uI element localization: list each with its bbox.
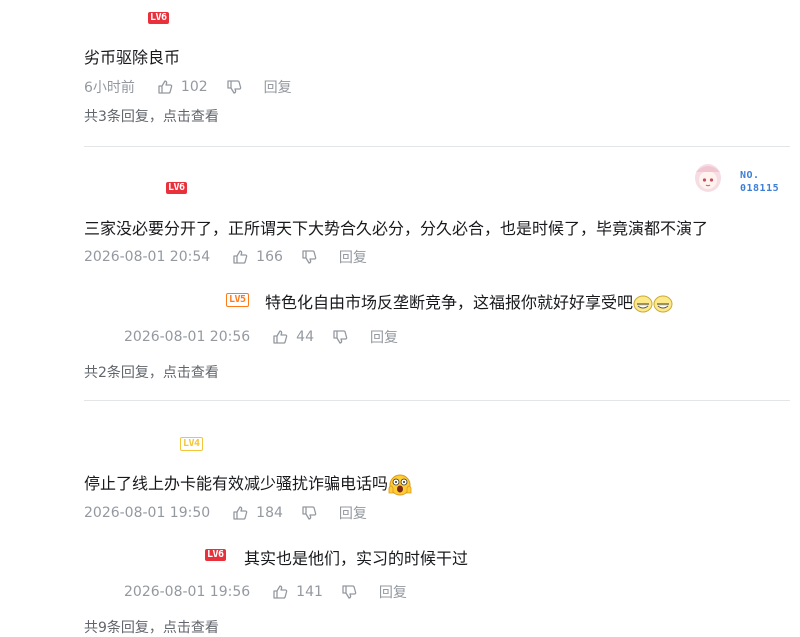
- dislike-button[interactable]: [301, 505, 317, 521]
- thumb-up-icon: [233, 506, 248, 520]
- like-count: 141: [296, 584, 323, 600]
- thumb-up-icon: [158, 80, 173, 94]
- reply-button[interactable]: 回复: [264, 77, 292, 97]
- thumb-down-icon: [342, 585, 357, 599]
- like-count: 184: [256, 505, 283, 521]
- like-count: 102: [180, 79, 208, 95]
- anime-girl-icon: [695, 164, 721, 192]
- comment-divider: [84, 146, 790, 147]
- comment-time: 2026-08-01 20:54: [84, 249, 211, 265]
- like-button[interactable]: 44: [272, 329, 314, 345]
- reply-text-body: 特色化自由市场反垄断竞争，这福报你就好好享受吧: [265, 293, 634, 312]
- like-button[interactable]: 102: [157, 79, 208, 95]
- level-badge: LV6: [205, 549, 226, 561]
- view-replies-link[interactable]: 点击查看: [163, 365, 219, 381]
- reply-button[interactable]: 回复: [339, 503, 367, 523]
- comment-time: 6小时前: [84, 80, 135, 96]
- level-badge: LV6: [166, 182, 187, 194]
- dislike-button[interactable]: [301, 249, 317, 265]
- fan-badge-number: 018115: [740, 183, 780, 194]
- like-button[interactable]: 184: [232, 505, 283, 521]
- like-count: 166: [256, 249, 283, 265]
- dislike-button[interactable]: [226, 79, 242, 95]
- reply-button[interactable]: 回复: [339, 247, 367, 267]
- thumb-down-icon: [302, 506, 317, 520]
- level-badge: LV5: [226, 293, 249, 307]
- comment-divider: [84, 400, 790, 401]
- reply-button[interactable]: 回复: [379, 582, 407, 602]
- comment-text-body: 停止了线上办卡能有效减少骚扰诈骗电话吗: [84, 474, 389, 493]
- thumb-up-icon: [273, 585, 288, 599]
- reply-count-text: 共2条回复，: [84, 365, 163, 381]
- comment-time: 2026-08-01 19:50: [84, 505, 211, 521]
- reply-button[interactable]: 回复: [370, 327, 398, 347]
- view-replies: 共3条回复，点击查看: [84, 106, 219, 126]
- reply-text: 其实也是他们，实习的时候干过: [244, 549, 469, 568]
- comment-text: 三家没必要分开了，正所谓天下大势合久必分，分久必合，也是时候了，毕竟演都不演了: [84, 219, 709, 238]
- reply-text: 特色化自由市场反垄断竞争，这福报你就好好享受吧: [265, 289, 673, 314]
- grin-emoji-icon: [633, 295, 673, 312]
- comment-text: 停止了线上办卡能有效减少骚扰诈骗电话吗: [84, 470, 412, 496]
- reply-count-text: 共3条回复，: [84, 109, 163, 125]
- like-button[interactable]: 166: [232, 249, 283, 265]
- view-replies: 共2条回复，点击查看: [84, 362, 219, 382]
- thumb-down-icon: [333, 330, 348, 344]
- dislike-button[interactable]: [341, 584, 357, 600]
- reply-count-text: 共9条回复，: [84, 620, 163, 636]
- view-replies-link[interactable]: 点击查看: [163, 109, 219, 125]
- view-replies: 共9条回复，点击查看: [84, 617, 219, 637]
- view-replies-link[interactable]: 点击查看: [163, 620, 219, 636]
- avatar-pendant: [690, 160, 726, 194]
- thumb-up-icon: [233, 250, 248, 264]
- thumb-down-icon: [302, 250, 317, 264]
- like-button[interactable]: 141: [272, 584, 323, 600]
- level-badge: LV6: [148, 12, 169, 24]
- shocked-emoji-icon: [388, 474, 412, 495]
- thumb-up-icon: [273, 330, 288, 344]
- reply-time: 2026-08-01 20:56: [124, 329, 251, 345]
- comment-text: 劣币驱除良币: [84, 48, 181, 67]
- thumb-down-icon: [227, 80, 241, 94]
- fan-badge-label: NO.: [740, 170, 760, 181]
- dislike-button[interactable]: [332, 329, 348, 345]
- reply-time: 2026-08-01 19:56: [124, 584, 251, 600]
- level-badge: LV4: [180, 437, 203, 451]
- like-count: 44: [296, 329, 314, 345]
